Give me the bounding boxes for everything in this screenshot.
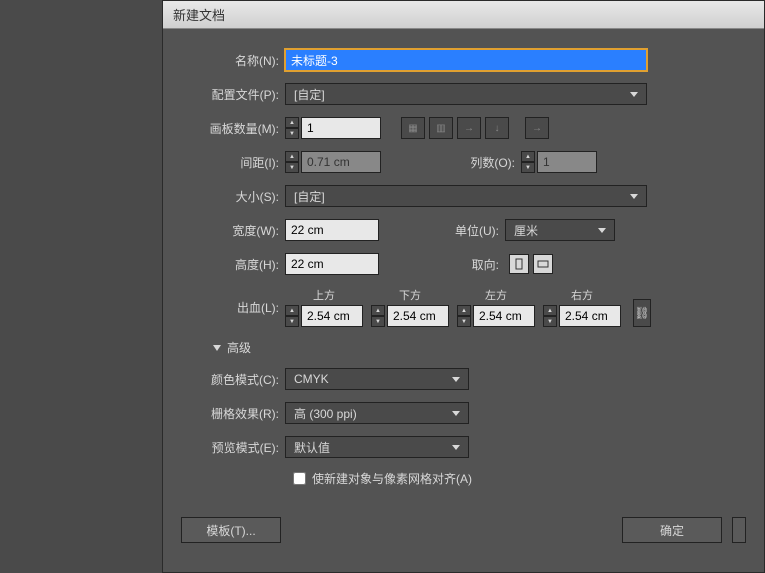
link-bleed-icon[interactable]: ⛓ <box>633 299 651 327</box>
arrange-down-icon[interactable]: ↓ <box>485 117 509 139</box>
new-document-dialog: 新建文档 名称(N): 配置文件(P): [自定] 画板数量(M): ▲▼ ▦ … <box>162 0 765 573</box>
dialog-titlebar[interactable]: 新建文档 <box>163 1 764 29</box>
name-input[interactable] <box>285 49 647 71</box>
arrange-ltr-icon[interactable]: → <box>525 117 549 139</box>
advanced-toggle[interactable]: 高级 <box>213 339 750 356</box>
columns-label: 列数(O): <box>451 154 521 171</box>
chevron-down-icon <box>598 228 606 233</box>
bleed-bottom-stepper[interactable]: ▲▼ <box>371 305 385 327</box>
colormode-value: CMYK <box>294 372 329 386</box>
bleed-left-stepper[interactable]: ▲▼ <box>457 305 471 327</box>
height-label: 高度(H): <box>177 256 285 273</box>
bleed-right-input[interactable] <box>559 305 621 327</box>
profile-value: [自定] <box>294 86 325 103</box>
triangle-down-icon <box>213 345 221 351</box>
bleed-left-label: 左方 <box>457 287 535 303</box>
units-dropdown[interactable]: 厘米 <box>505 219 615 241</box>
bleed-left-input[interactable] <box>473 305 535 327</box>
chevron-down-icon <box>452 377 460 382</box>
chevron-down-icon <box>630 194 638 199</box>
landscape-icon[interactable] <box>533 254 553 274</box>
columns-input <box>537 151 597 173</box>
preview-dropdown[interactable]: 默认值 <box>285 436 469 458</box>
chevron-down-icon <box>452 411 460 416</box>
raster-label: 栅格效果(R): <box>177 405 285 422</box>
arrange-right-icon[interactable]: → <box>457 117 481 139</box>
bleed-right-stepper[interactable]: ▲▼ <box>543 305 557 327</box>
preview-label: 预览模式(E): <box>177 439 285 456</box>
bleed-bottom-label: 下方 <box>371 287 449 303</box>
spacing-stepper: ▲▼ <box>285 151 299 173</box>
units-label: 单位(U): <box>435 222 505 239</box>
artboards-label: 画板数量(M): <box>177 120 285 137</box>
pixelgrid-label: 使新建对象与像素网格对齐(A) <box>312 470 472 487</box>
width-label: 宽度(W): <box>177 222 285 239</box>
advanced-label: 高级 <box>227 339 251 356</box>
profile-dropdown[interactable]: [自定] <box>285 83 647 105</box>
size-value: [自定] <box>294 188 325 205</box>
bleed-top-label: 上方 <box>285 287 363 303</box>
raster-value: 高 (300 ppi) <box>294 405 357 422</box>
size-label: 大小(S): <box>177 188 285 205</box>
spacing-input <box>301 151 381 173</box>
columns-stepper: ▲▼ <box>521 151 535 173</box>
bleed-top-input[interactable] <box>301 305 363 327</box>
colormode-label: 颜色模式(C): <box>177 371 285 388</box>
portrait-icon[interactable] <box>509 254 529 274</box>
units-value: 厘米 <box>514 222 538 239</box>
height-input[interactable] <box>285 253 379 275</box>
chevron-down-icon <box>452 445 460 450</box>
raster-dropdown[interactable]: 高 (300 ppi) <box>285 402 469 424</box>
orientation-label: 取向: <box>435 256 505 273</box>
spacing-label: 间距(I): <box>177 154 285 171</box>
artboards-input[interactable] <box>301 117 381 139</box>
grid-by-col-icon[interactable]: ▥ <box>429 117 453 139</box>
chevron-down-icon <box>630 92 638 97</box>
name-label: 名称(N): <box>177 52 285 69</box>
pixelgrid-checkbox[interactable] <box>293 472 306 485</box>
template-button[interactable]: 模板(T)... <box>181 517 281 543</box>
bleed-right-label: 右方 <box>543 287 621 303</box>
ok-button[interactable]: 确定 <box>622 517 722 543</box>
grid-by-row-icon[interactable]: ▦ <box>401 117 425 139</box>
width-input[interactable] <box>285 219 379 241</box>
size-dropdown[interactable]: [自定] <box>285 185 647 207</box>
colormode-dropdown[interactable]: CMYK <box>285 368 469 390</box>
bleed-bottom-input[interactable] <box>387 305 449 327</box>
preview-value: 默认值 <box>294 439 330 456</box>
partial-button[interactable] <box>732 517 746 543</box>
profile-label: 配置文件(P): <box>177 86 285 103</box>
bleed-top-stepper[interactable]: ▲▼ <box>285 305 299 327</box>
dialog-title: 新建文档 <box>173 8 225 23</box>
dialog-content: 名称(N): 配置文件(P): [自定] 画板数量(M): ▲▼ ▦ ▥ → ↓… <box>163 29 764 553</box>
artboards-stepper[interactable]: ▲▼ <box>285 117 299 139</box>
bleed-label: 出血(L): <box>177 299 285 316</box>
